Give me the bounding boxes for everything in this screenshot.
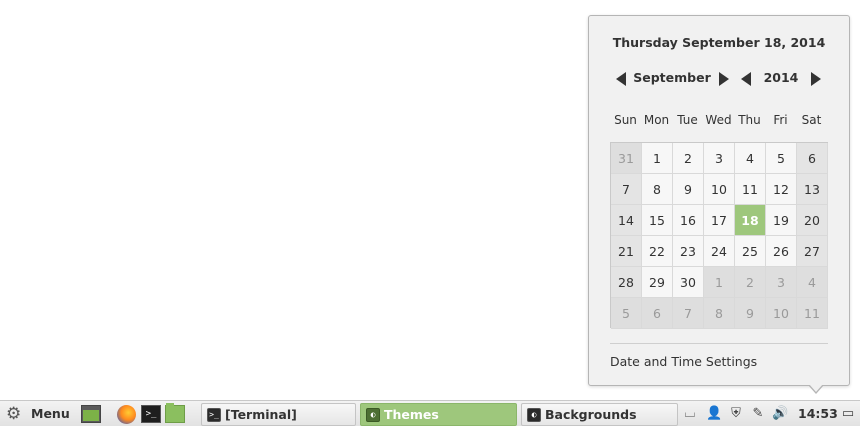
task-terminal[interactable]: >_ [Terminal] xyxy=(201,403,356,426)
calendar-day[interactable]: 13 xyxy=(797,174,828,205)
weekday-fri: Fri xyxy=(773,113,788,127)
weekday-sun: Sun xyxy=(614,113,637,127)
calendar-day[interactable]: 15 xyxy=(642,205,673,236)
calendar-day[interactable]: 10 xyxy=(766,298,797,329)
menu-button[interactable]: ⚙ Menu xyxy=(4,401,74,426)
calendar-day[interactable]: 20 xyxy=(797,205,828,236)
files-icon[interactable] xyxy=(165,403,185,423)
popup-pointer-fill xyxy=(809,384,823,392)
calendar-day[interactable]: 12 xyxy=(766,174,797,205)
themes-icon: ◐ xyxy=(366,408,380,422)
calendar-day[interactable]: 11 xyxy=(735,174,766,205)
calendar-day[interactable]: 8 xyxy=(642,174,673,205)
year-label: 2014 xyxy=(763,70,799,85)
desktop-icon[interactable] xyxy=(81,405,101,423)
calendar-day[interactable]: 24 xyxy=(704,236,735,267)
calendar-day[interactable]: 1 xyxy=(704,267,735,298)
calendar-day[interactable]: 28 xyxy=(611,267,642,298)
calendar-day[interactable]: 2 xyxy=(673,143,704,174)
month-year-navigation: September 2014 xyxy=(589,69,849,89)
calendar-day[interactable]: 16 xyxy=(673,205,704,236)
task-backgrounds[interactable]: ◐ Backgrounds xyxy=(521,403,678,426)
calendar-day[interactable]: 31 xyxy=(611,143,642,174)
calendar-day[interactable]: 23 xyxy=(673,236,704,267)
calendar-day[interactable]: 6 xyxy=(642,298,673,329)
next-month-icon[interactable] xyxy=(719,72,729,86)
calendar-day[interactable]: 29 xyxy=(642,267,673,298)
task-label: [Terminal] xyxy=(225,407,297,422)
next-year-icon[interactable] xyxy=(811,72,821,86)
calendar-day[interactable]: 10 xyxy=(704,174,735,205)
weekday-wed: Wed xyxy=(705,113,732,127)
calendar-day[interactable]: 5 xyxy=(766,143,797,174)
weekday-sat: Sat xyxy=(801,113,822,127)
clock[interactable]: 14:53 xyxy=(798,406,838,421)
calendar-day[interactable]: 25 xyxy=(735,236,766,267)
calendar-day[interactable]: 19 xyxy=(766,205,797,236)
calendar-day[interactable]: 4 xyxy=(797,267,828,298)
calendar-day[interactable]: 17 xyxy=(704,205,735,236)
task-label: Backgrounds xyxy=(545,407,637,422)
show-desktop-icon[interactable]: ▭ xyxy=(840,405,856,423)
calendar-day[interactable]: 30 xyxy=(673,267,704,298)
calendar-day[interactable]: 26 xyxy=(766,236,797,267)
calendar-grid: 31 1 2 3 4 5 6 7 8 9 10 11 12 13 14 15 16 17 18 19 20 21 22 23 2… xyxy=(610,142,828,329)
calendar-day[interactable]: 1 xyxy=(642,143,673,174)
calendar-day[interactable]: 7 xyxy=(611,174,642,205)
calendar-day[interactable]: 27 xyxy=(797,236,828,267)
gear-icon: ⚙ xyxy=(6,404,22,424)
firefox-icon[interactable] xyxy=(117,405,136,424)
weekday-mon: Mon xyxy=(643,113,670,127)
bottom-panel: ⚙ Menu >_ >_ [Terminal] ◐ Themes ◐ Backg… xyxy=(0,400,860,426)
weekday-tue: Tue xyxy=(677,113,698,127)
month-label: September xyxy=(633,70,711,85)
terminal-icon: >_ xyxy=(207,408,221,422)
calendar-day[interactable]: 21 xyxy=(611,236,642,267)
calendar-day[interactable]: 5 xyxy=(611,298,642,329)
user-icon[interactable]: 👤 xyxy=(706,405,722,423)
calendar-day[interactable]: 4 xyxy=(735,143,766,174)
date-heading: Thursday September 18, 2014 xyxy=(612,35,826,50)
weekday-thu: Thu xyxy=(738,113,761,127)
calendar-day[interactable]: 9 xyxy=(673,174,704,205)
divider xyxy=(610,343,828,344)
task-themes[interactable]: ◐ Themes xyxy=(360,403,517,426)
backgrounds-icon: ◐ xyxy=(527,408,541,422)
calendar-day[interactable]: 3 xyxy=(704,143,735,174)
calendar-day[interactable]: 9 xyxy=(735,298,766,329)
calendar-day[interactable]: 7 xyxy=(673,298,704,329)
calendar-day[interactable]: 11 xyxy=(797,298,828,329)
keyboard-icon[interactable]: ⌴ xyxy=(682,405,698,423)
calendar-day[interactable]: 14 xyxy=(611,205,642,236)
menu-label: Menu xyxy=(31,406,70,421)
date-time-settings-link[interactable]: Date and Time Settings xyxy=(610,354,757,369)
network-icon[interactable]: ✎ xyxy=(750,405,766,423)
calendar-day[interactable]: 2 xyxy=(735,267,766,298)
calendar-day[interactable]: 8 xyxy=(704,298,735,329)
calendar-day[interactable]: 22 xyxy=(642,236,673,267)
calendar-day-today[interactable]: 18 xyxy=(735,205,766,236)
terminal-icon[interactable]: >_ xyxy=(141,405,161,423)
calendar-day[interactable]: 6 xyxy=(797,143,828,174)
previous-month-icon[interactable] xyxy=(616,72,626,86)
update-manager-icon[interactable]: ⛨ xyxy=(728,405,744,423)
previous-year-icon[interactable] xyxy=(741,72,751,86)
calendar-day[interactable]: 3 xyxy=(766,267,797,298)
calendar-popup: Thursday September 18, 2014 September 20… xyxy=(588,15,850,386)
volume-icon[interactable]: 🔊 xyxy=(772,405,788,423)
task-label: Themes xyxy=(384,407,439,422)
